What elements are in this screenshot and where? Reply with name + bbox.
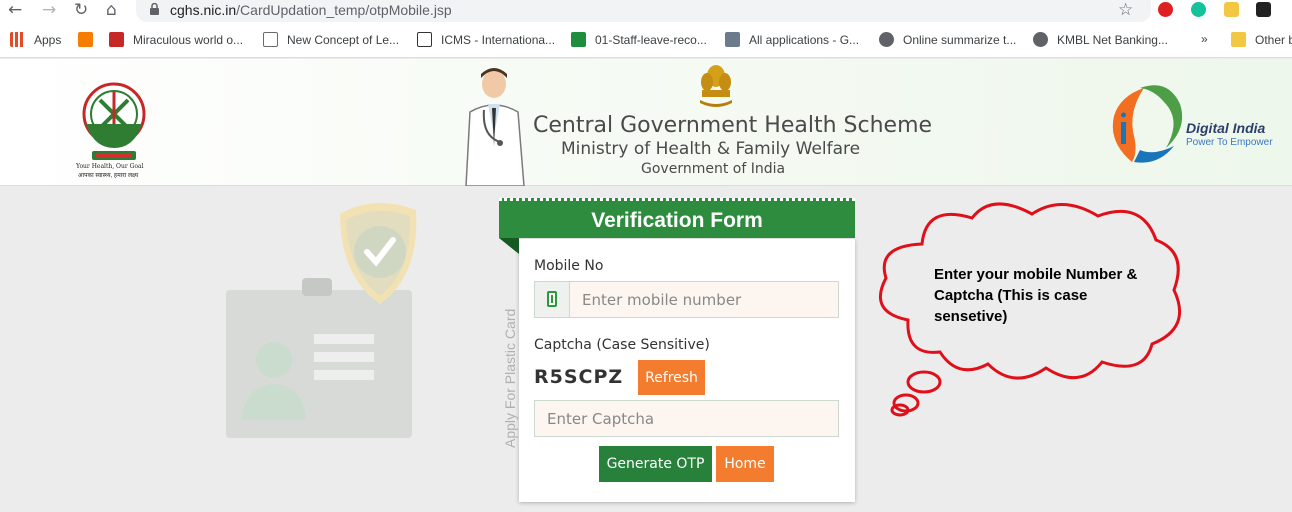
globe-icon	[879, 32, 894, 47]
bookmark-icms[interactable]: ICMS - Internationa...	[417, 32, 555, 47]
page-icon	[263, 32, 278, 47]
refresh-captcha-button[interactable]: Refresh	[638, 360, 705, 395]
government-title: Government of India	[641, 161, 786, 177]
captcha-input[interactable]	[547, 401, 832, 436]
blogger-icon	[78, 32, 93, 47]
globe-icon	[1033, 32, 1048, 47]
generate-otp-button[interactable]: Generate OTP	[599, 446, 712, 482]
mobile-addon	[535, 282, 570, 317]
site-title: Central Government Health Scheme	[533, 113, 933, 138]
bookmark-blogger[interactable]	[78, 32, 102, 47]
ribbon-fold	[499, 238, 519, 254]
mobile-label: Mobile No	[534, 258, 604, 274]
grammarly-extension-icon[interactable]	[1191, 2, 1206, 17]
bookmark-label: KMBL Net Banking...	[1057, 32, 1168, 47]
captcha-label: Captcha (Case Sensitive)	[534, 337, 710, 353]
back-arrow-icon[interactable]: ←	[8, 1, 22, 19]
app-icon	[725, 32, 740, 47]
mobile-number-input[interactable]	[582, 282, 832, 317]
annotation-text: Enter your mobile Number & Captcha (This…	[934, 266, 1138, 325]
icms-icon	[417, 32, 432, 47]
form-title: Verification Form	[499, 198, 855, 238]
bookmark-new-concept[interactable]: New Concept of Le...	[263, 32, 399, 47]
bookmark-label: New Concept of Le...	[287, 32, 400, 47]
apply-plastic-card-label: Apply For Plastic Card	[502, 308, 518, 448]
bookmark-star-icon[interactable]: ☆	[1118, 0, 1133, 20]
captcha-input-group	[534, 400, 839, 437]
folder-icon	[1231, 32, 1246, 47]
sheets-plus-icon	[571, 32, 586, 47]
reload-icon[interactable]: ↻	[74, 1, 88, 19]
more-bookmarks-chevron[interactable]: »	[1201, 32, 1208, 46]
digital-india-logo	[1112, 85, 1183, 163]
doctor-illustration	[465, 68, 525, 186]
bookmark-all-applications[interactable]: All applications - G...	[725, 32, 859, 47]
bookmark-apps[interactable]: Apps	[10, 32, 61, 47]
bookmark-other[interactable]: Other b	[1231, 32, 1292, 47]
adblock-extension-icon[interactable]	[1158, 2, 1173, 17]
forward-arrow-icon[interactable]: →	[42, 1, 56, 19]
digital-india-title: Digital India	[1186, 120, 1266, 136]
m-logo-icon	[109, 32, 124, 47]
national-emblem-icon	[700, 65, 732, 107]
bookmark-label: All applications - G...	[749, 32, 860, 47]
bookmark-kmbl[interactable]: KMBL Net Banking...	[1033, 32, 1168, 47]
captcha-image-text: R5SCPZ	[534, 366, 624, 388]
extension-dark-icon[interactable]	[1256, 2, 1271, 17]
id-card-illustration	[226, 202, 417, 438]
bookmark-label: 01-Staff-leave-reco...	[595, 32, 707, 47]
mobile-input-group	[534, 281, 839, 318]
extension-yellow-icon[interactable]	[1224, 2, 1239, 17]
bookmark-label: Online summarize t...	[903, 32, 1017, 47]
logo-caption: Your Health, Our Goal	[76, 163, 144, 170]
logo-caption-hindi: आपका स्वास्थ्य, हमारा लक्ष्य	[78, 173, 139, 179]
bookmark-online-summarize[interactable]: Online summarize t...	[879, 32, 1016, 47]
bookmark-miraculous[interactable]: Miraculous world o...	[109, 32, 243, 47]
digital-india-tagline: Power To Empower	[1186, 137, 1273, 148]
phone-icon	[547, 291, 557, 307]
bookmark-label: ICMS - Internationa...	[441, 32, 556, 47]
ministry-title: Ministry of Health & Family Welfare	[561, 139, 861, 159]
browser-toolbar: ← → ↻ ⌂ cghs.nic.in/CardUpdation_temp/ot…	[0, 0, 1292, 22]
bookmark-label: Other b	[1255, 32, 1292, 47]
url-text[interactable]: cghs.nic.in/CardUpdation_temp/otpMobile.…	[170, 2, 452, 18]
home-icon[interactable]: ⌂	[106, 1, 117, 19]
bookmark-staff-leave[interactable]: 01-Staff-leave-reco...	[571, 32, 707, 47]
bookmark-label: Apps	[34, 32, 62, 47]
lock-icon	[150, 3, 159, 15]
home-button[interactable]: Home	[716, 446, 774, 482]
bookmark-label: Miraculous world o...	[133, 32, 244, 47]
bookmarks-bar: Apps Miraculous world o... New Concept o…	[0, 22, 1292, 58]
chevron-icon: »	[1201, 32, 1208, 46]
apps-grid-icon	[10, 32, 25, 47]
